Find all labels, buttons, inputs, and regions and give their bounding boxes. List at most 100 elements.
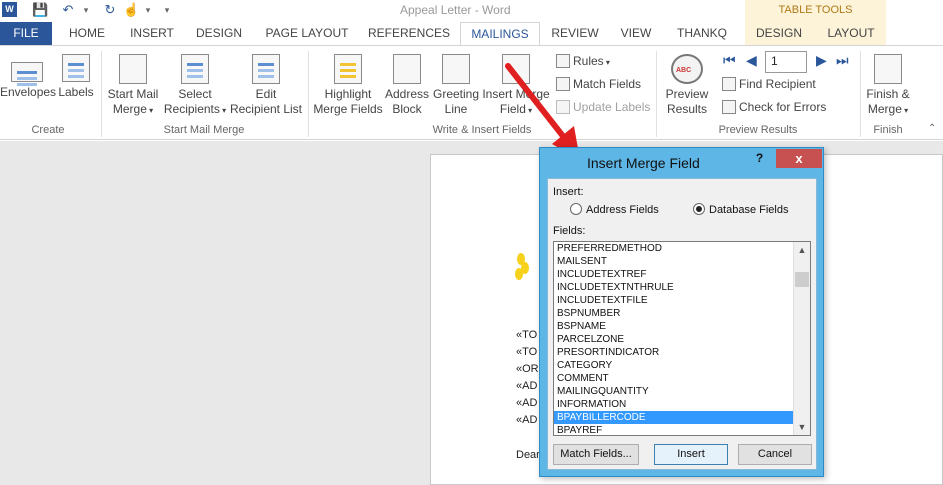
rules-label: Rules bbox=[573, 54, 604, 68]
previous-record-icon[interactable]: ◀ bbox=[746, 52, 757, 69]
field-list-item[interactable]: BSPNUMBER bbox=[554, 307, 794, 320]
word-logo-icon: W bbox=[2, 2, 17, 17]
field-list-item[interactable]: INCLUDETEXTFILE bbox=[554, 294, 794, 307]
group-separator bbox=[656, 51, 657, 137]
close-button[interactable]: x bbox=[776, 149, 822, 168]
tab-file[interactable]: FILE bbox=[0, 22, 52, 46]
cancel-button[interactable]: Cancel bbox=[738, 444, 812, 465]
preview-results-button[interactable]: ABC Preview Results bbox=[660, 54, 714, 117]
tab-table-layout[interactable]: LAYOUT bbox=[818, 22, 884, 46]
edit-recipient-list-button[interactable]: Edit Recipient List bbox=[228, 54, 304, 117]
rules-button[interactable]: Rules ▾ bbox=[556, 52, 610, 70]
match-fields-dialog-button[interactable]: Match Fields... bbox=[553, 444, 639, 465]
labels-label: Labels bbox=[58, 85, 94, 99]
radio-unselected-icon bbox=[570, 203, 582, 215]
tab-mailings[interactable]: MAILINGS bbox=[460, 22, 540, 47]
merge-field-line: «AD bbox=[516, 414, 538, 426]
field-list-item[interactable]: INCLUDETEXTNTHRULE bbox=[554, 281, 794, 294]
labels-button[interactable]: Labels bbox=[56, 54, 96, 100]
tab-view[interactable]: VIEW bbox=[612, 22, 660, 46]
select-recipients-line2: Recipients bbox=[163, 102, 220, 116]
insert-label: Insert: bbox=[553, 186, 584, 198]
address-block-line1: Address bbox=[384, 87, 430, 101]
check-for-errors-button[interactable]: Check for Errors bbox=[722, 98, 826, 116]
address-block-button[interactable]: Address Block bbox=[384, 54, 430, 117]
ribbon-tabs: FILE HOME INSERT DESIGN PAGE LAYOUT REFE… bbox=[0, 22, 943, 47]
redo-icon[interactable]: ↻ bbox=[102, 2, 118, 18]
start-mail-merge-button[interactable]: Start Mail Merge ▾ bbox=[104, 54, 162, 118]
merge-field-line: «TO bbox=[516, 329, 538, 341]
fields-scrollbar[interactable]: ▲ ▼ bbox=[793, 242, 810, 435]
update-labels-label: Update Labels bbox=[573, 100, 651, 114]
tab-design[interactable]: DESIGN bbox=[190, 22, 248, 46]
help-button[interactable]: ? bbox=[746, 149, 773, 168]
find-recipient-label: Find Recipient bbox=[739, 77, 816, 91]
highlight-line2: Merge Fields bbox=[313, 102, 383, 116]
select-recipients-button[interactable]: Select Recipients ▾ bbox=[162, 54, 228, 118]
save-icon[interactable]: 💾 bbox=[32, 2, 48, 18]
greeting-text: Dear bbox=[516, 449, 540, 461]
select-recipients-icon bbox=[181, 54, 209, 84]
fields-listbox[interactable]: PREFERREDMETHOD MAILSENT INCLUDETEXTREF INC… bbox=[553, 241, 811, 436]
insert-merge-field-icon bbox=[502, 54, 530, 84]
insert-merge-field-button[interactable]: Insert Merge Field ▾ bbox=[482, 54, 550, 118]
greeting-line-button[interactable]: Greeting Line bbox=[430, 54, 482, 117]
field-list-item[interactable]: INCLUDETEXTREF bbox=[554, 268, 794, 281]
field-list-item[interactable]: CATEGORY bbox=[554, 359, 794, 372]
scroll-thumb[interactable] bbox=[795, 272, 809, 287]
field-list-item[interactable]: MAILINGQUANTITY bbox=[554, 385, 794, 398]
field-list-item[interactable]: PRESORTINDICATOR bbox=[554, 346, 794, 359]
tab-table-design[interactable]: DESIGN bbox=[750, 22, 808, 46]
scroll-down-icon[interactable]: ▼ bbox=[794, 419, 810, 435]
first-record-icon[interactable]: ⏮ bbox=[723, 52, 736, 69]
field-list-item[interactable]: BSPNAME bbox=[554, 320, 794, 333]
customize-qat-icon[interactable]: ▾ bbox=[159, 2, 175, 18]
tab-page-layout[interactable]: PAGE LAYOUT bbox=[258, 22, 356, 46]
field-list-item[interactable]: MAILSENT bbox=[554, 255, 794, 268]
scroll-up-icon[interactable]: ▲ bbox=[794, 242, 810, 258]
database-fields-radio[interactable]: Database Fields bbox=[693, 203, 789, 216]
ribbon-mailings: Envelopes Labels Create Start Mail Merge… bbox=[0, 45, 943, 140]
touch-dropdown-icon[interactable]: ▾ bbox=[140, 2, 156, 18]
tab-review[interactable]: REVIEW bbox=[546, 22, 604, 46]
address-fields-label: Address Fields bbox=[586, 204, 659, 216]
finish-merge-icon bbox=[874, 54, 902, 84]
undo-icon[interactable]: ↶ bbox=[60, 2, 76, 18]
field-list-item[interactable]: PREFERREDMETHOD bbox=[554, 242, 794, 255]
field-list-item[interactable]: PARCELZONE bbox=[554, 333, 794, 346]
match-fields-button[interactable]: Match Fields bbox=[556, 75, 641, 93]
next-record-icon[interactable]: ▶ bbox=[816, 52, 827, 69]
flower-logo bbox=[515, 250, 533, 280]
envelopes-button[interactable]: Envelopes bbox=[0, 54, 56, 100]
find-recipient-button[interactable]: Find Recipient bbox=[722, 75, 816, 93]
field-list-item[interactable]: BPAYBILLERCODE bbox=[554, 411, 794, 424]
highlight-merge-fields-button[interactable]: Highlight Merge Fields bbox=[312, 54, 384, 117]
tab-home[interactable]: HOME bbox=[60, 22, 114, 46]
tab-thankq[interactable]: THANKQ bbox=[670, 22, 734, 46]
tab-references[interactable]: REFERENCES bbox=[366, 22, 452, 46]
insert-button[interactable]: Insert bbox=[654, 444, 728, 465]
database-fields-label: Database Fields bbox=[709, 204, 789, 216]
field-list-item[interactable]: COMMENT bbox=[554, 372, 794, 385]
table-tools-label: TABLE TOOLS bbox=[745, 0, 886, 22]
undo-dropdown-icon[interactable]: ▾ bbox=[78, 2, 94, 18]
field-list-item[interactable]: INFORMATION bbox=[554, 398, 794, 411]
touch-mode-icon[interactable]: ☝ bbox=[123, 2, 139, 18]
field-list-item[interactable]: BPAYREF bbox=[554, 424, 794, 435]
title-bar: W 💾 ↶ ▾ ↻ ☝ ▾ ▾ Appeal Letter - Word TAB… bbox=[0, 0, 943, 22]
collapse-ribbon-icon[interactable]: ⌃ bbox=[928, 120, 936, 138]
group-label-start-mail-merge: Start Mail Merge bbox=[163, 124, 245, 136]
group-separator bbox=[101, 51, 102, 137]
chevron-down-icon: ▾ bbox=[901, 106, 909, 115]
finish-merge-button[interactable]: Finish & Merge ▾ bbox=[862, 54, 914, 118]
match-fields-icon bbox=[556, 77, 570, 91]
group-label-create: Create bbox=[31, 124, 65, 136]
last-record-icon[interactable]: ⏭ bbox=[836, 52, 849, 69]
group-separator bbox=[308, 51, 309, 137]
record-number-field[interactable]: 1 bbox=[765, 51, 807, 73]
tab-insert[interactable]: INSERT bbox=[124, 22, 180, 46]
update-labels-button[interactable]: Update Labels bbox=[556, 98, 650, 116]
address-fields-radio[interactable]: Address Fields bbox=[570, 203, 659, 216]
chevron-down-icon: ▾ bbox=[146, 106, 154, 115]
document-title: Appeal Letter - Word bbox=[400, 3, 511, 17]
